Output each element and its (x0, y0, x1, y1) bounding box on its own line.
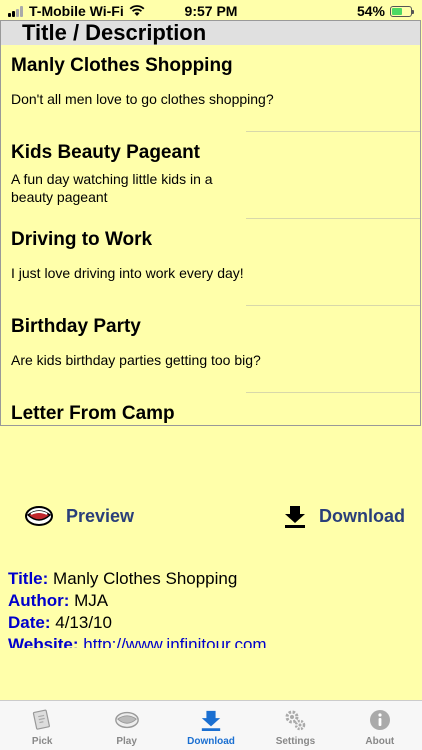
preview-label: Preview (66, 505, 135, 526)
script-details: Title: Manly Clothes Shopping Author: MJ… (8, 568, 418, 648)
pick-icon (29, 707, 55, 733)
detail-title-row: Title: Manly Clothes Shopping (8, 568, 418, 590)
list-item-title: Kids Beauty Pageant (11, 142, 200, 163)
tab-bar: Pick Play Download Settings About (0, 700, 422, 750)
download-icon (198, 707, 224, 733)
detail-title-value: Manly Clothes Shopping (53, 569, 238, 588)
list-item[interactable]: Birthday Party Are kids birthday parties… (1, 306, 420, 393)
list-item-title: Letter From Camp (11, 403, 175, 424)
tab-label: Pick (31, 736, 53, 747)
list-item-title: Manly Clothes Shopping (11, 55, 233, 76)
detail-author-label: Author: (8, 591, 70, 610)
list-item-description: Are kids birthday parties getting too bi… (11, 352, 261, 368)
tab-label: Settings (275, 736, 316, 747)
list-header: Title / Description (1, 21, 420, 45)
download-button[interactable]: Download (283, 500, 405, 532)
battery-fill (392, 7, 402, 15)
list-item[interactable]: Driving to Work I just love driving into… (1, 219, 420, 306)
detail-date-row: Date: 4/13/10 (8, 612, 418, 634)
preview-button[interactable]: Preview (24, 500, 134, 532)
about-icon (367, 707, 393, 733)
list-item-description: A fun day watching little kids in a beau… (11, 171, 213, 205)
detail-website-row: Website: http://www.infinitour.com (8, 634, 418, 648)
tab-about[interactable]: About (338, 701, 422, 750)
list-item-description: I just love driving into work every day! (11, 265, 244, 281)
tab-label: Download (187, 736, 235, 747)
play-icon (114, 707, 140, 733)
list-item[interactable]: Kids Beauty Pageant A fun day watching l… (1, 132, 420, 219)
tab-settings[interactable]: Settings (253, 701, 337, 750)
script-list[interactable]: Title / Description Manly Clothes Shoppi… (0, 20, 421, 426)
status-right: 54% (356, 3, 414, 19)
tab-label: About (365, 736, 395, 747)
download-label: Download (319, 505, 405, 526)
website-link[interactable]: http://www.infinitour.com (83, 635, 266, 648)
list-item[interactable]: Letter From Camp (1, 393, 420, 425)
status-bar: T-Mobile Wi-Fi 9:57 PM 54% (0, 0, 422, 22)
list-item-title: Birthday Party (11, 316, 141, 337)
tab-pick[interactable]: Pick (0, 701, 84, 750)
download-icon (285, 506, 305, 528)
battery-percent: 54% (356, 3, 385, 19)
list-item-title: Driving to Work (11, 229, 153, 250)
detail-website-label: Website: (8, 635, 79, 648)
tab-download[interactable]: Download (169, 701, 253, 750)
detail-author-row: Author: MJA (8, 590, 418, 612)
detail-date-label: Date: (8, 613, 51, 632)
detail-title-label: Title: (8, 569, 49, 588)
detail-author-value: MJA (74, 591, 109, 610)
battery-icon (390, 5, 414, 17)
mouth-icon (25, 506, 53, 526)
tab-play[interactable]: Play (84, 701, 168, 750)
settings-icon (282, 707, 308, 733)
list-item[interactable]: Manly Clothes Shopping Don't all men lov… (1, 45, 420, 132)
detail-date-value: 4/13/10 (55, 613, 112, 632)
list-item-description: Don't all men love to go clothes shoppin… (11, 91, 274, 107)
tab-label: Play (116, 736, 137, 747)
